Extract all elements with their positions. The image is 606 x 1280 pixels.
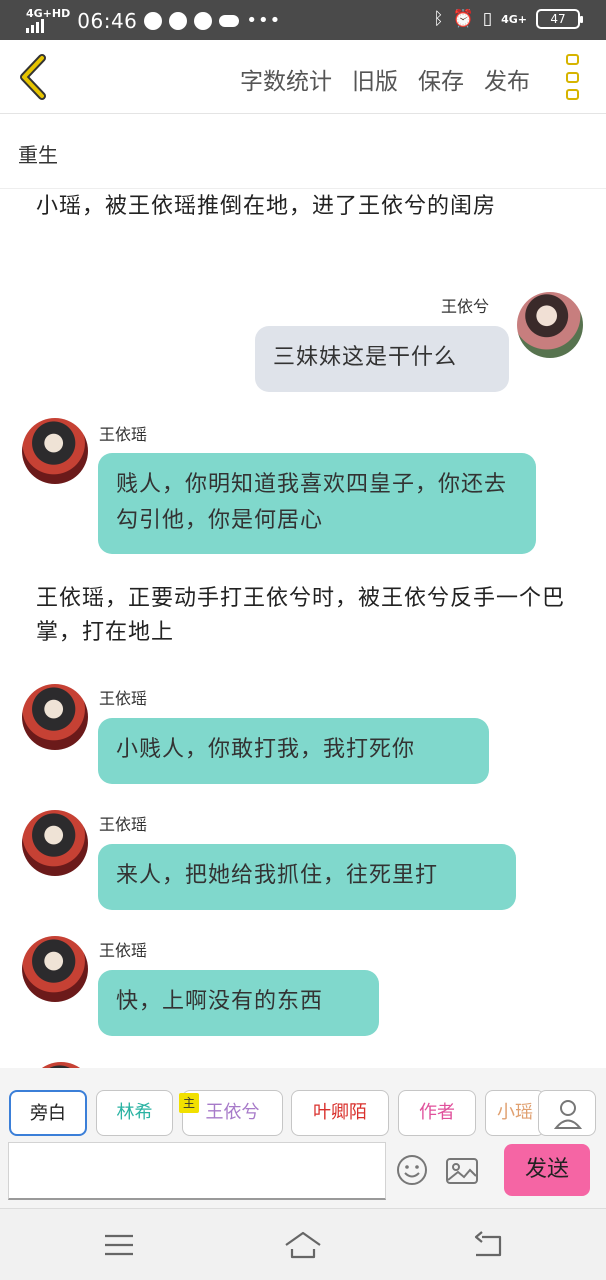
role-label: 作者 <box>419 1102 455 1123</box>
narration-text: 小瑶，被王依瑶推倒在地，进了王依兮的闺房 <box>36 194 497 219</box>
status-bar: 4G+HD 06:46 ••• ᛒ ⏰ ▯ 4G+ 47 <box>0 0 606 40</box>
chevron-left-icon <box>20 54 46 100</box>
more-vertical-icon[interactable] <box>566 54 580 100</box>
network-type-right: 4G+ <box>501 12 527 26</box>
composer-bar: 发送 <box>0 1138 606 1208</box>
alarm-icon: ⏰ <box>452 9 474 29</box>
role-label: 王依兮 <box>205 1102 260 1123</box>
status-right: ᛒ ⏰ ▯ 4G+ 47 <box>433 9 583 29</box>
role-label: 林希 <box>116 1102 153 1123</box>
opera-icon <box>144 11 163 30</box>
word-count-button[interactable]: 字数统计 <box>240 62 332 96</box>
top-toolbar: 字数统计 旧版 保存 发布 <box>0 40 606 114</box>
chapter-header: 重生 <box>0 115 606 189</box>
battery-level: 47 <box>550 12 566 26</box>
toolbar-actions: 字数统计 旧版 保存 发布 <box>240 62 530 96</box>
user-icon <box>553 1100 583 1129</box>
avatar[interactable] <box>517 292 583 358</box>
avatar[interactable] <box>22 684 88 750</box>
speaker-name: 王依兮 <box>441 297 490 316</box>
role-chip-yeqingmo[interactable]: 叶卿陌 <box>291 1090 389 1136</box>
chat-list[interactable]: 小瑶，被王依瑶推倒在地，进了王依兮的闺房 王依兮 三妹妹这是干什么 王依瑶 贱人… <box>0 190 606 1068</box>
user-button[interactable] <box>538 1090 596 1136</box>
status-time: 06:46 <box>77 8 138 33</box>
menu-button[interactable] <box>99 1229 139 1261</box>
wechat-icon <box>194 11 213 30</box>
speaker-name: 王依瑶 <box>99 689 148 708</box>
image-button[interactable] <box>445 1156 479 1186</box>
more-dots-icon: ••• <box>246 10 282 31</box>
publish-button[interactable]: 发布 <box>484 62 530 96</box>
avatar[interactable] <box>22 418 88 484</box>
vibrate-icon: ▯ <box>482 9 493 29</box>
emoji-button[interactable] <box>396 1154 428 1186</box>
avatar[interactable] <box>22 936 88 1002</box>
role-chip-author[interactable]: 作者 <box>398 1090 476 1136</box>
system-nav-bar <box>0 1208 606 1280</box>
role-label: 叶卿陌 <box>313 1102 367 1123</box>
back-icon <box>474 1231 502 1257</box>
chapter-title[interactable]: 重生 <box>18 139 58 168</box>
role-label: 小瑶 <box>497 1102 533 1123</box>
qq-icon <box>169 11 188 30</box>
message-bubble[interactable]: 小贱人，你敢打我，我打死你 <box>98 718 489 784</box>
main-role-tag: 主 <box>179 1093 199 1113</box>
avatar[interactable] <box>22 810 88 876</box>
network-type: 4G+HD <box>26 7 71 20</box>
status-left: 4G+HD 06:46 ••• <box>26 8 281 33</box>
speaker-name: 王依瑶 <box>99 425 148 444</box>
role-label: 旁白 <box>30 1103 66 1124</box>
message-bubble[interactable]: 快，上啊没有的东西 <box>98 970 379 1036</box>
role-chip-linxi[interactable]: 林希 <box>96 1090 173 1136</box>
image-icon <box>446 1158 478 1184</box>
back-button[interactable] <box>14 54 54 100</box>
message-input[interactable] <box>8 1142 386 1200</box>
narration-text: 王依瑶，正要动手打王依兮时，被王依兮反手一个巴掌，打在地上 <box>36 586 566 645</box>
send-button[interactable]: 发送 <box>504 1144 590 1196</box>
message-bubble[interactable]: 三妹妹这是干什么 <box>255 326 509 392</box>
role-chip-xiaoyao[interactable]: 小瑶 <box>485 1090 545 1136</box>
message-bubble[interactable]: 来人，把她给我抓住，往死里打 <box>98 844 516 910</box>
old-version-button[interactable]: 旧版 <box>352 62 398 96</box>
home-icon <box>285 1231 321 1259</box>
nav-back-button[interactable] <box>468 1229 508 1261</box>
speaker-name: 王依瑶 <box>99 941 148 960</box>
bluetooth-icon: ᛒ <box>433 9 444 29</box>
menu-icon <box>105 1234 133 1256</box>
battery-icon: 47 <box>536 9 583 29</box>
role-selector-bar: 旁白 林希 王依兮 叶卿陌 作者 小瑶 <box>0 1068 606 1138</box>
role-chip-narrator[interactable]: 旁白 <box>9 1090 87 1136</box>
message-bubble[interactable]: 贱人，你明知道我喜欢四皇子，你还去勾引他，你是何居心 <box>98 453 536 554</box>
signal-icon: 4G+HD <box>26 8 70 33</box>
home-button[interactable] <box>283 1229 323 1261</box>
cloud-icon <box>219 14 240 27</box>
save-button[interactable]: 保存 <box>418 62 464 96</box>
speaker-name: 王依瑶 <box>99 815 148 834</box>
emoji-icon <box>397 1155 427 1185</box>
